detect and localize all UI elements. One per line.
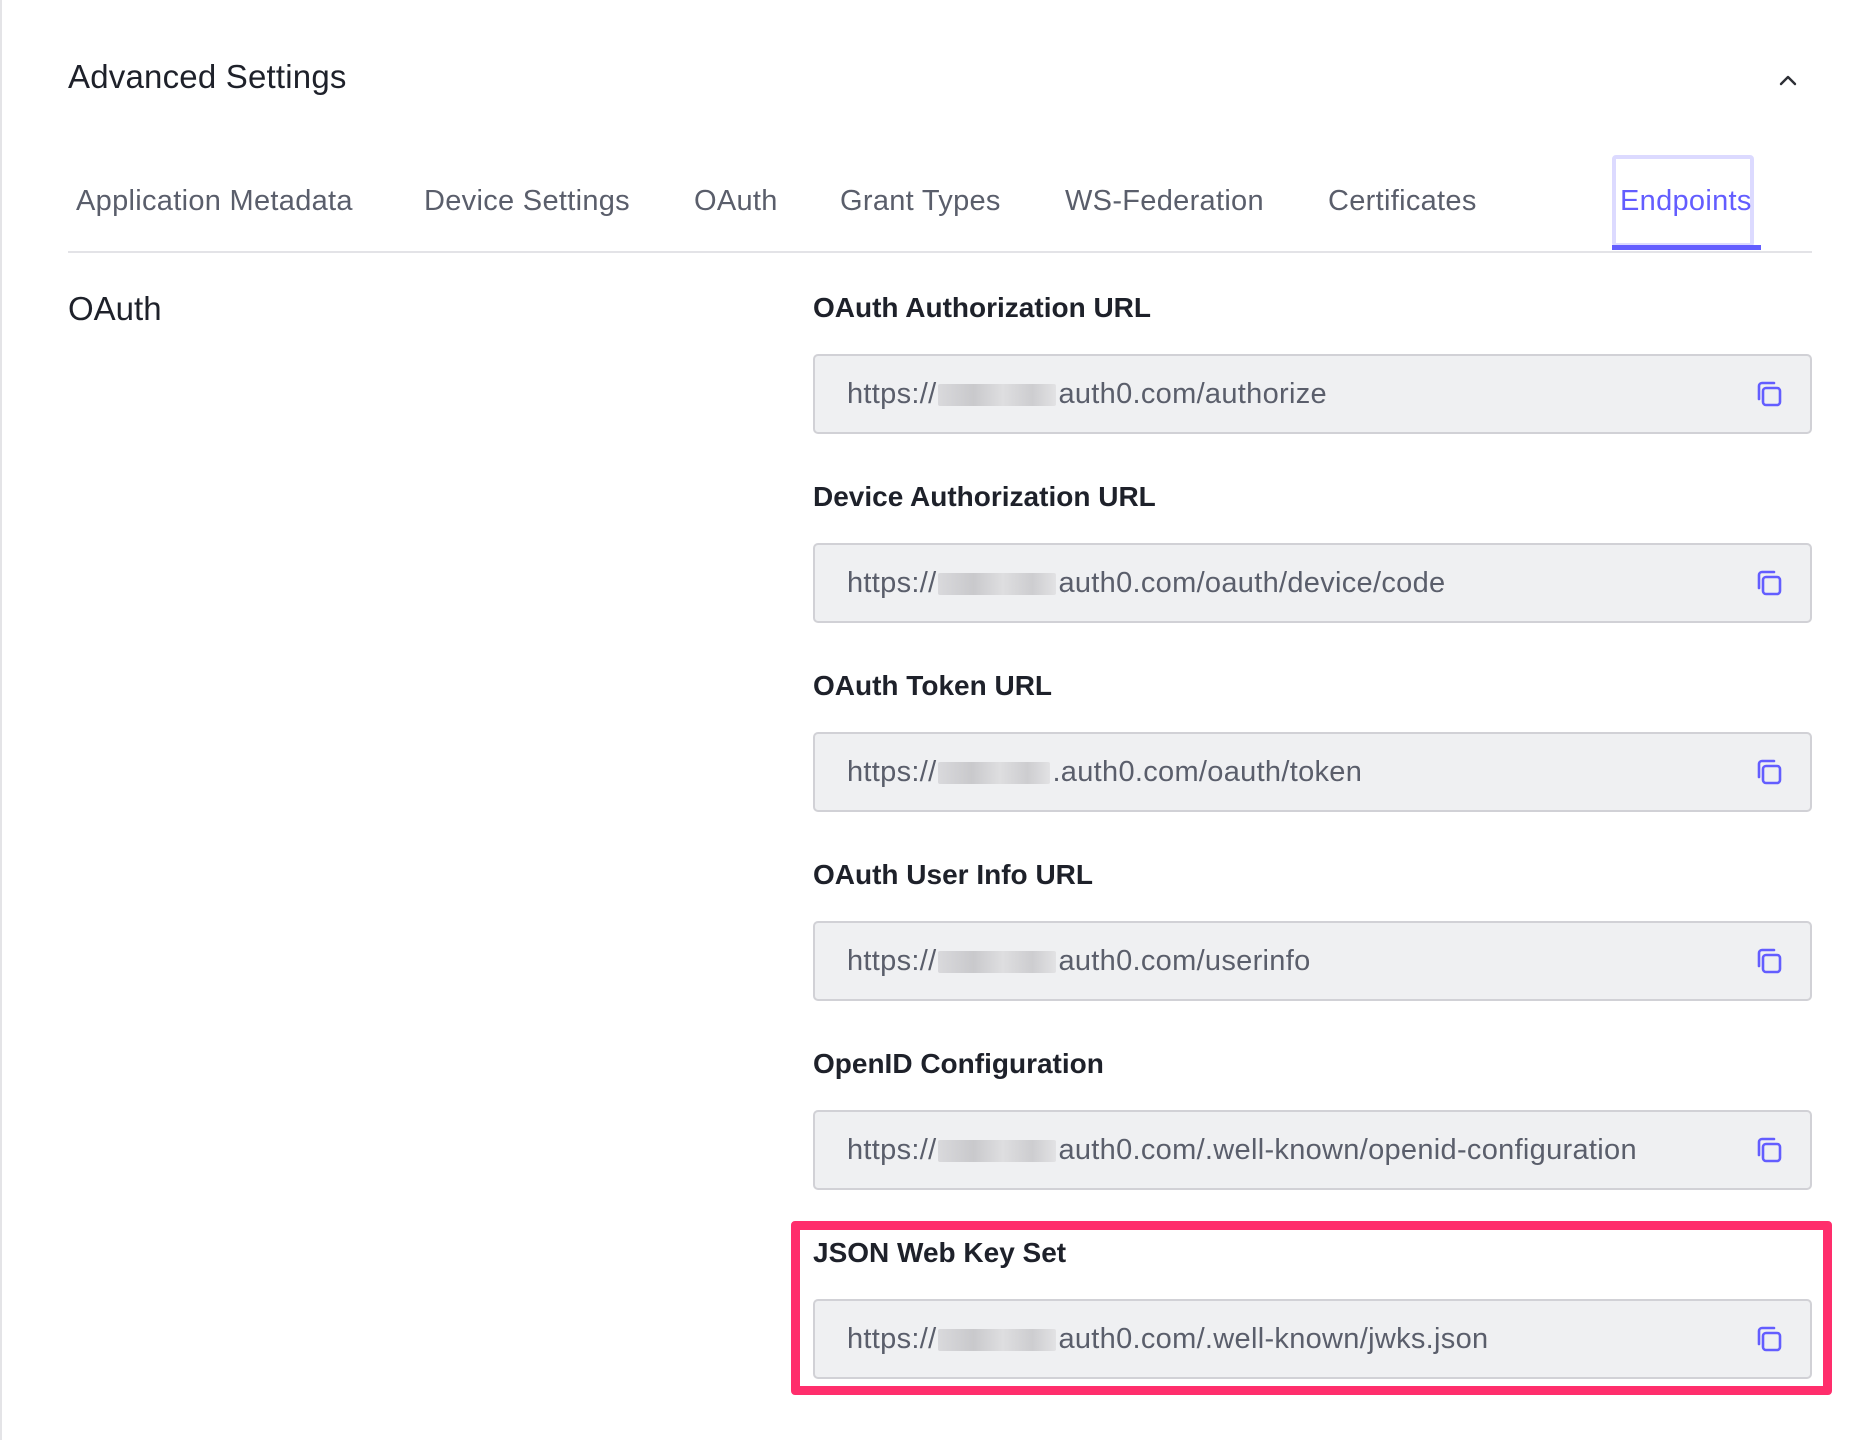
url-suffix: auth0.com/userinfo [1058,945,1311,977]
url-prefix: https:// [847,1323,937,1355]
tab-endpoints[interactable]: Endpoints [1620,185,1752,218]
url-suffix: auth0.com/.well-known/jwks.json [1058,1323,1489,1355]
url-field[interactable]: https:// auth0.com/oauth/device/code [813,543,1812,623]
url-prefix: https:// [847,756,937,788]
copy-icon [1757,759,1782,785]
url-field[interactable]: https:// .auth0.com/oauth/token [813,732,1812,812]
redacted-domain [938,951,1057,974]
copy-button[interactable] [1750,753,1788,791]
copy-button[interactable] [1750,564,1788,602]
copy-icon [1757,948,1782,974]
redacted-domain [938,1329,1057,1352]
url-value: https:// .auth0.com/oauth/token [847,734,1362,810]
field-device-authorization-url: Device Authorization URL https:// auth0.c… [813,477,1812,623]
copy-button[interactable] [1750,375,1788,413]
tab-device-settings[interactable]: Device Settings [424,185,630,218]
url-field[interactable]: https:// auth0.com/userinfo [813,921,1812,1001]
copy-icon [1757,570,1782,596]
tab-certificates[interactable]: Certificates [1328,185,1477,218]
copy-icon [1757,1326,1782,1352]
chevron-up-icon [1779,75,1797,86]
url-suffix: auth0.com/.well-known/openid-configurati… [1058,1134,1637,1166]
url-prefix: https:// [847,378,937,410]
active-tab-indicator [1612,245,1761,250]
url-field[interactable]: https:// auth0.com/.well-known/openid-con… [813,1110,1812,1190]
field-oauth-authorization-url: OAuth Authorization URL https:// auth0.co… [813,288,1812,434]
url-prefix: https:// [847,1134,937,1166]
field-oauth-token-url: OAuth Token URL https:// .auth0.com/oauth… [813,666,1812,812]
url-field[interactable]: https:// auth0.com/authorize [813,354,1812,434]
redacted-domain [938,1140,1057,1163]
tab-grant-types[interactable]: Grant Types [840,185,1001,218]
url-prefix: https:// [847,567,937,599]
field-label: Device Authorization URL [813,481,1156,512]
url-field[interactable]: https:// auth0.com/.well-known/jwks.json [813,1299,1812,1379]
redacted-domain [938,384,1057,407]
field-label: OAuth User Info URL [813,859,1093,890]
collapse-button[interactable] [1770,62,1806,98]
field-label: OAuth Token URL [813,670,1053,701]
url-value: https:// auth0.com/userinfo [847,923,1311,999]
tab-ws-federation[interactable]: WS-Federation [1065,185,1264,218]
tab-oauth[interactable]: OAuth [694,185,778,218]
tab-bar: Application Metadata Device Settings OAu… [68,155,1812,253]
url-value: https:// auth0.com/oauth/device/code [847,545,1445,621]
field-openid-configuration: OpenID Configuration https:// auth0.com/.… [813,1044,1812,1190]
copy-button[interactable] [1750,942,1788,980]
copy-button[interactable] [1750,1131,1788,1169]
field-oauth-user-info-url: OAuth User Info URL https:// auth0.com/us… [813,855,1812,1001]
url-suffix: auth0.com/oauth/device/code [1058,567,1446,599]
page-edge [0,0,2,1440]
copy-button[interactable] [1750,1320,1788,1358]
url-suffix: auth0.com/authorize [1058,378,1327,410]
copy-icon [1757,381,1782,407]
field-json-web-key-set: JSON Web Key Set https:// auth0.com/.well… [813,1233,1812,1379]
url-value: https:// auth0.com/authorize [847,356,1327,432]
redacted-domain [938,573,1057,596]
tab-application-metadata[interactable]: Application Metadata [76,185,353,218]
field-label: JSON Web Key Set [813,1237,1067,1268]
url-suffix: .auth0.com/oauth/token [1052,756,1363,788]
field-label: OpenID Configuration [813,1048,1104,1079]
copy-icon [1757,1137,1782,1163]
url-value: https:// auth0.com/.well-known/jwks.json [847,1301,1488,1377]
url-value: https:// auth0.com/.well-known/openid-con… [847,1112,1637,1188]
redacted-domain [938,762,1051,785]
section-title-oauth: OAuth [68,290,162,327]
url-prefix: https:// [847,945,937,977]
page-title: Advanced Settings [68,58,347,95]
field-label: OAuth Authorization URL [813,292,1152,323]
